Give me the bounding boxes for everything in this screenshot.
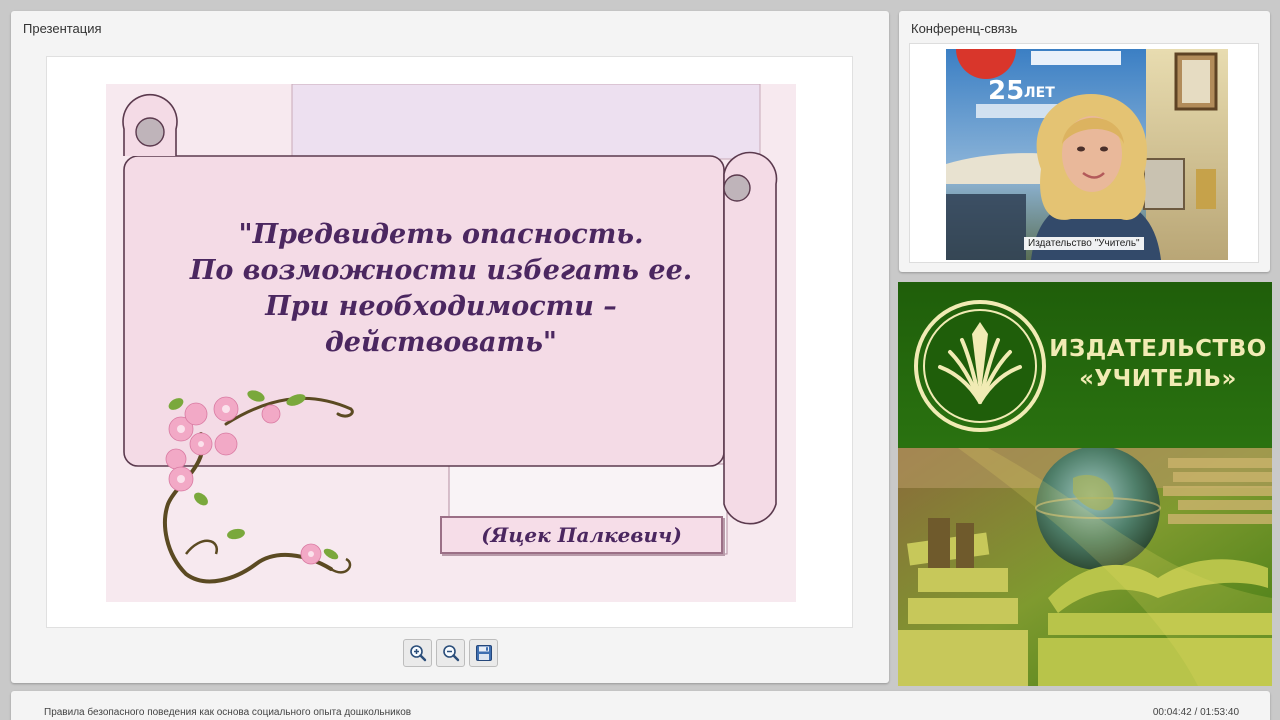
publisher-banner: ИЗДАТЕЛЬСТВО «УЧИТЕЛЬ»: [898, 282, 1272, 686]
books-globe-image: [898, 448, 1272, 686]
video-scene: 25 ЛЕТ: [946, 49, 1228, 260]
presentation-slide: "Предвидеть опасность. По возможности из…: [106, 84, 796, 602]
quote-line: "Предвидеть опасность.: [238, 219, 644, 250]
conference-panel: Конференц-связь 25 ЛЕТ Издательство "Учи…: [899, 11, 1270, 272]
slide-toolbar: [403, 639, 498, 667]
save-button[interactable]: [469, 639, 498, 667]
svg-text:ЛЕТ: ЛЕТ: [1024, 85, 1055, 101]
conference-panel-title: Конференц-связь: [911, 21, 1018, 36]
video-frame: 25 ЛЕТ Издательство "Учитель": [909, 43, 1259, 263]
quote-line: По возможности избегать ее.: [189, 255, 693, 286]
zoom-in-button[interactable]: [403, 639, 432, 667]
zoom-in-icon: [409, 645, 426, 662]
publisher-name: ИЗДАТЕЛЬСТВО «УЧИТЕЛЬ»: [1048, 334, 1268, 394]
floppy-disk-icon: [475, 645, 492, 661]
lecture-title: Правила безопасного поведения как основа…: [44, 707, 412, 718]
playback-time: 00:04:42 / 01:53:40: [1152, 707, 1239, 718]
books-globe-illustration: [898, 448, 1272, 686]
zoom-out-button[interactable]: [436, 639, 465, 667]
quote-line: При необходимости –: [265, 291, 617, 322]
video-participant-label: Издательство "Учитель": [1024, 237, 1144, 250]
publisher-logo: [914, 300, 1046, 432]
quote-author: (Яцек Палкевич): [440, 516, 723, 554]
slide-quote: "Предвидеть опасность. По возможности из…: [166, 217, 716, 361]
publisher-name-line: ИЗДАТЕЛЬСТВО: [1049, 336, 1267, 362]
presentation-panel: Презентация "Предвидеть опасность. По во…: [11, 11, 889, 683]
publisher-name-line: «УЧИТЕЛЬ»: [1079, 366, 1237, 392]
status-bar: Правила безопасного поведения как основа…: [11, 691, 1270, 720]
presentation-panel-title: Презентация: [23, 21, 102, 36]
zoom-out-icon: [442, 645, 459, 662]
publisher-banner-header: ИЗДАТЕЛЬСТВО «УЧИТЕЛЬ»: [898, 282, 1272, 447]
quote-line: действовать": [324, 327, 557, 358]
svg-text:25: 25: [988, 76, 1024, 106]
slide-frame: "Предвидеть опасность. По возможности из…: [46, 56, 853, 628]
webcam-video[interactable]: 25 ЛЕТ Издательство "Учитель": [946, 49, 1228, 260]
